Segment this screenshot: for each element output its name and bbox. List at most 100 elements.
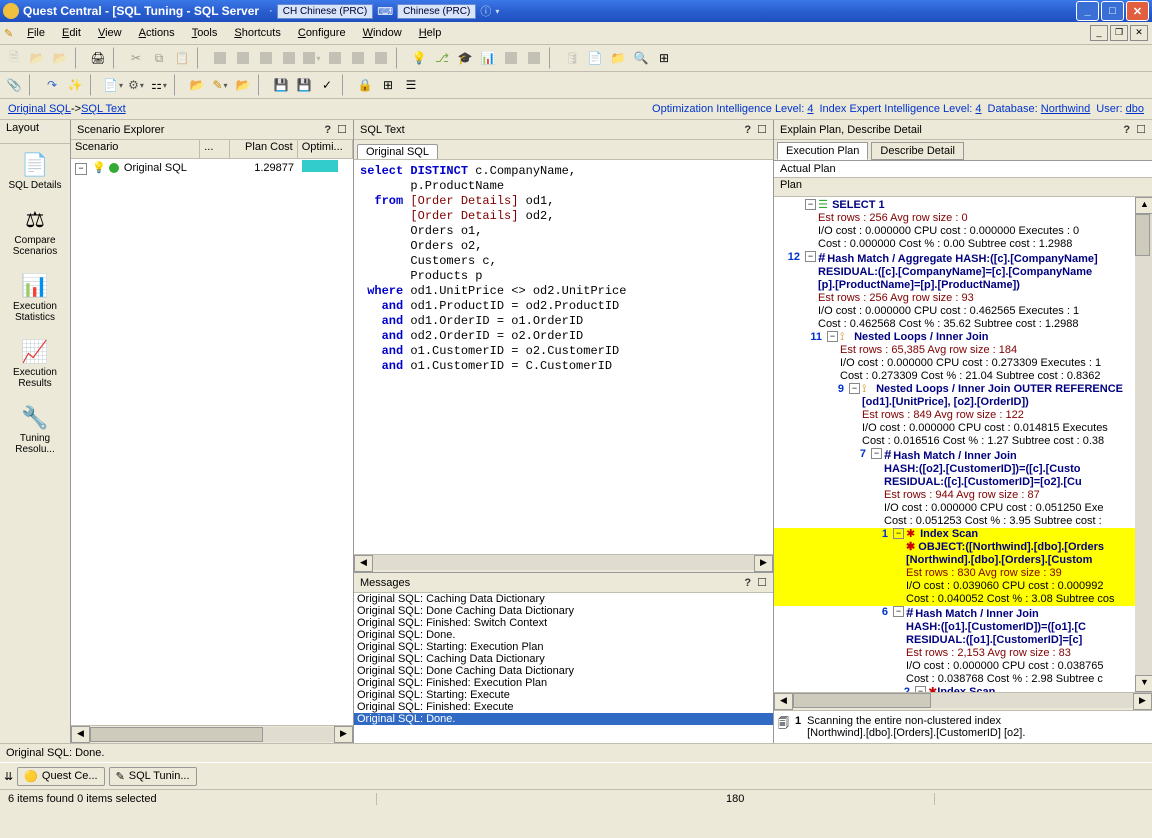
task-sql-tuning[interactable]: ✎SQL Tunin...	[109, 767, 197, 786]
breadcrumb-sql-text[interactable]: SQL Text	[81, 103, 126, 115]
mdi-restore-button[interactable]: ❐	[1110, 25, 1128, 41]
arrow-icon[interactable]	[42, 75, 62, 95]
menu-configure[interactable]: Configure	[290, 25, 354, 41]
plan-vscroll[interactable]: ▲ ▼	[1135, 197, 1152, 692]
col-scenario[interactable]: Scenario	[71, 140, 200, 158]
message-item[interactable]: Original SQL: Finished: Execution Plan	[354, 677, 773, 689]
folder-icon[interactable]	[608, 48, 628, 68]
search-icon[interactable]	[631, 48, 651, 68]
close-button[interactable]: ✕	[1126, 1, 1149, 21]
optimize-icon[interactable]	[409, 48, 429, 68]
message-item[interactable]: Original SQL: Finished: Switch Context	[354, 617, 773, 629]
message-item[interactable]: Original SQL: Starting: Execution Plan	[354, 641, 773, 653]
messages-list[interactable]: Original SQL: Caching Data DictionaryOri…	[354, 593, 773, 743]
scroll-left-icon[interactable]: ◀	[71, 726, 90, 743]
save-icon[interactable]	[271, 75, 291, 95]
plan-hscroll[interactable]: ◀ ▶	[774, 692, 1152, 710]
menu-view[interactable]: View	[90, 25, 130, 41]
scroll-right-icon[interactable]: ▶	[754, 555, 773, 572]
menu-help[interactable]: Help	[411, 25, 450, 41]
close-icon[interactable]: ☐	[337, 123, 347, 136]
props-icon[interactable]: ☰	[401, 75, 421, 95]
scroll-down-icon[interactable]: ▼	[1135, 675, 1152, 692]
help-icon[interactable]: ?	[744, 577, 751, 589]
message-item[interactable]: Original SQL: Starting: Execute	[354, 689, 773, 701]
message-item[interactable]: Original SQL: Done.	[354, 713, 773, 725]
message-item[interactable]: Original SQL: Caching Data Dictionary	[354, 593, 773, 605]
grid-icon[interactable]: ⊞	[378, 75, 398, 95]
collapse-icon[interactable]: −	[75, 163, 87, 175]
save-folder-icon[interactable]	[233, 75, 253, 95]
sql-hscroll[interactable]: ◀ ▶	[354, 554, 773, 572]
wand-icon[interactable]	[65, 75, 85, 95]
gear-dd-icon[interactable]	[126, 75, 146, 95]
task-quest-central[interactable]: 🟡Quest Ce...	[17, 767, 104, 786]
layout-sql-details[interactable]: 📄SQL Details	[0, 144, 70, 199]
message-item[interactable]: Original SQL: Caching Data Dictionary	[354, 653, 773, 665]
tree-dd-icon[interactable]: ⚏	[149, 75, 169, 95]
message-item[interactable]: Original SQL: Finished: Execute	[354, 701, 773, 713]
close-icon[interactable]: ☐	[757, 123, 767, 136]
scroll-right-icon[interactable]: ▶	[334, 726, 353, 743]
clip-icon[interactable]	[4, 75, 24, 95]
user-value[interactable]: dbo	[1126, 103, 1144, 115]
layout-compare-scenarios[interactable]: ⚖Compare Scenarios	[0, 199, 70, 265]
task-toggle-icon[interactable]: ⇊	[4, 770, 13, 783]
col-plan-cost[interactable]: Plan Cost	[230, 140, 298, 158]
plan-tree[interactable]: −☰SELECT 1Est rows : 256 Avg row size : …	[774, 197, 1135, 692]
layout-execution-statistics[interactable]: 📊Execution Statistics	[0, 265, 70, 331]
mdi-minimize-button[interactable]: _	[1090, 25, 1108, 41]
scroll-left-icon[interactable]: ◀	[774, 693, 793, 710]
tab-execution-plan[interactable]: Execution Plan	[777, 142, 868, 160]
expert-icon[interactable]	[455, 48, 475, 68]
close-icon[interactable]: ☐	[757, 576, 767, 589]
doc-icon[interactable]	[585, 48, 605, 68]
window-icon[interactable]: ⊞	[654, 48, 674, 68]
print-icon[interactable]	[88, 48, 108, 68]
language-indicator-2[interactable]: Chinese (PRC)	[397, 4, 476, 19]
message-item[interactable]: Original SQL: Done Caching Data Dictiona…	[354, 665, 773, 677]
help-icon[interactable]: ⓘ	[480, 3, 491, 19]
menu-shortcuts[interactable]: Shortcuts	[226, 25, 288, 41]
help-icon[interactable]: ?	[1123, 124, 1130, 136]
help-icon[interactable]: ?	[744, 124, 751, 136]
oil-value[interactable]: 4	[807, 103, 813, 115]
language-indicator-1[interactable]: CH Chinese (PRC)	[277, 4, 373, 19]
layout-execution-results[interactable]: 📈Execution Results	[0, 331, 70, 397]
xil-value[interactable]: 4	[975, 103, 981, 115]
layout-tuning-resolution[interactable]: 🔧Tuning Resolu...	[0, 397, 70, 463]
col-optimize[interactable]: Optimi...	[298, 140, 353, 158]
col-dots[interactable]: ...	[200, 140, 229, 158]
maximize-button[interactable]: □	[1101, 1, 1124, 21]
message-item[interactable]: Original SQL: Done.	[354, 629, 773, 641]
scroll-up-icon[interactable]: ▲	[1135, 197, 1152, 214]
saveall-icon[interactable]	[294, 75, 314, 95]
menu-edit[interactable]: Edit	[54, 25, 89, 41]
scenario-hscroll[interactable]: ◀ ▶	[71, 725, 353, 743]
open3-icon[interactable]	[187, 75, 207, 95]
db-value[interactable]: Northwind	[1041, 103, 1091, 115]
sql-editor[interactable]: select DISTINCT c.CompanyName, p.Product…	[354, 160, 773, 554]
scroll-right-icon[interactable]: ▶	[1133, 693, 1152, 710]
pen-dd-icon[interactable]	[210, 75, 230, 95]
menu-file[interactable]: FFileile	[19, 25, 53, 41]
mdi-close-button[interactable]: ✕	[1130, 25, 1148, 41]
check-icon[interactable]: ✓	[317, 75, 337, 95]
breadcrumb-original-sql[interactable]: Original SQL	[8, 103, 71, 115]
doc-dd-icon[interactable]	[103, 75, 123, 95]
scroll-left-icon[interactable]: ◀	[354, 555, 373, 572]
tab-original-sql[interactable]: Original SQL	[357, 144, 438, 159]
close-icon[interactable]: ☐	[1136, 123, 1146, 136]
menu-window[interactable]: Window	[355, 25, 410, 41]
menu-actions[interactable]: Actions	[131, 25, 183, 41]
scenario-row[interactable]: − 💡 Original SQL 1.29877	[71, 159, 353, 176]
tab-describe-detail[interactable]: Describe Detail	[871, 142, 964, 160]
help-icon[interactable]: ?	[324, 124, 331, 136]
message-item[interactable]: Original SQL: Done Caching Data Dictiona…	[354, 605, 773, 617]
dropdown-icon[interactable]: ▾	[495, 7, 499, 16]
minimize-button[interactable]: _	[1076, 1, 1099, 21]
lock-icon[interactable]	[355, 75, 375, 95]
stats-icon[interactable]	[478, 48, 498, 68]
plan-icon[interactable]	[432, 48, 452, 68]
menu-tools[interactable]: Tools	[184, 25, 226, 41]
